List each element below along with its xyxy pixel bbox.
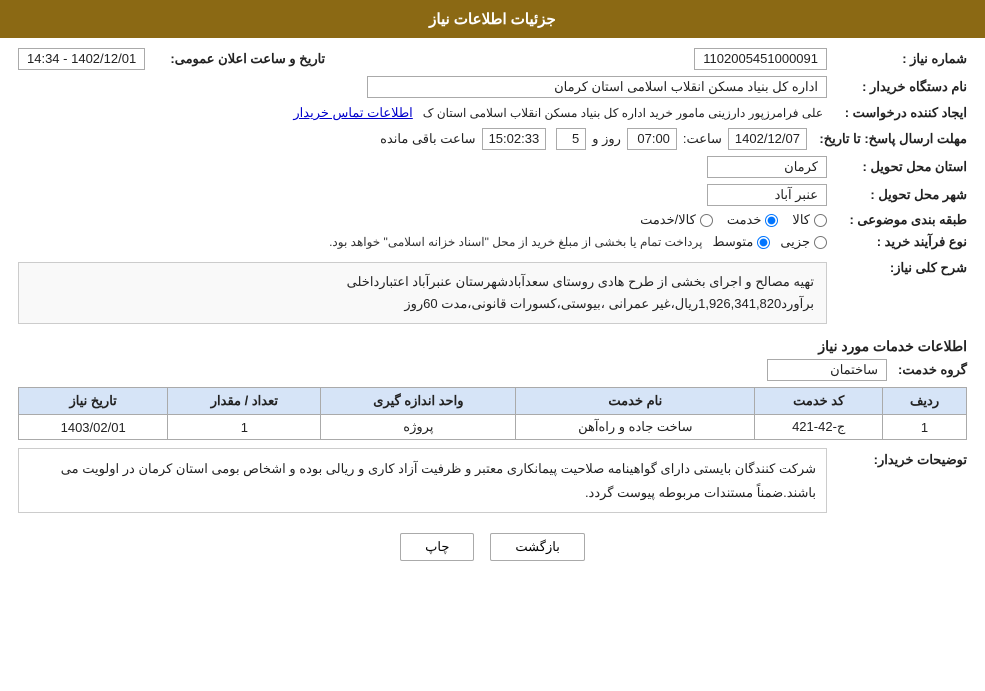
page-header: جزئیات اطلاعات نیاز [0,0,985,38]
td-row: 1 [883,415,967,440]
buyer-org-row: نام دستگاه خریدار : اداره کل بنیاد مسکن … [18,76,967,98]
page-wrapper: جزئیات اطلاعات نیاز شماره نیاز : 1102005… [0,0,985,691]
time-label: ساعت: [677,131,728,147]
province-value: کرمان [707,156,827,178]
th-date: تاریخ نیاز [19,388,168,415]
main-content: شماره نیاز : 1102005451000091 تاریخ و سا… [0,38,985,581]
announcement-value: 1402/12/01 - 14:34 [18,48,145,70]
back-button[interactable]: بازگشت [490,533,584,561]
need-number-row: شماره نیاز : 1102005451000091 تاریخ و سا… [18,48,967,70]
need-number-label: شماره نیاز : [827,51,967,67]
print-button[interactable]: چاپ [400,533,474,561]
category-kala-khadamat[interactable]: کالا/خدمت [640,212,713,228]
need-desc-label: شرح کلی نیاز: [827,256,967,276]
td-code: ج-42-421 [755,415,883,440]
service-group-label: گروه خدمت: [887,362,967,378]
reply-deadline-label: مهلت ارسال پاسخ: تا تاریخ: [807,131,967,147]
process-radio-group: متوسط جزیی [712,234,827,250]
services-table: ردیف کد خدمت نام خدمت واحد اندازه گیری ت… [18,387,967,440]
page-title: جزئیات اطلاعات نیاز [429,11,556,28]
process-motavaset-input[interactable] [757,236,770,249]
requester-row: ایجاد کننده درخواست : علی فرامرزپور دارز… [18,104,967,122]
remaining-label: ساعت باقی مانده [374,131,481,147]
need-desc-value: تهیه مصالح و اجرای بخشی از طرح هادی روست… [347,274,814,311]
need-desc-row: شرح کلی نیاز: تهیه مصالح و اجرای بخشی از… [18,256,967,330]
buyer-org-label: نام دستگاه خریدار : [827,79,967,95]
td-name: ساخت جاده و راه‌آهن [516,415,755,440]
services-section-title: اطلاعات خدمات مورد نیاز [18,338,967,355]
category-kala[interactable]: کالا [792,212,827,228]
button-row: بازگشت چاپ [18,533,967,561]
buyer-notes-box: شرکت کنندگان بایستی دارای گواهینامه صلاح… [18,448,827,513]
process-jozii[interactable]: جزیی [780,234,827,250]
td-date: 1403/02/01 [19,415,168,440]
process-jozii-input[interactable] [814,236,827,249]
table-row: 1ج-42-421ساخت جاده و راه‌آهنپروژه11403/0… [19,415,967,440]
day-value: 5 [556,128,586,150]
category-khadamat-input[interactable] [765,214,778,227]
reply-deadline-row: مهلت ارسال پاسخ: تا تاریخ: 1402/12/07 سا… [18,128,967,150]
category-kala-khadamat-label: کالا/خدمت [640,212,696,228]
city-row: شهر محل تحویل : عنبر آباد [18,184,967,206]
buyer-notes-value: شرکت کنندگان بایستی دارای گواهینامه صلاح… [61,461,816,499]
th-unit: واحد اندازه گیری [321,388,516,415]
requester-label: ایجاد کننده درخواست : [827,105,967,121]
service-group-value: ساختمان [767,359,887,381]
need-desc-box: تهیه مصالح و اجرای بخشی از طرح هادی روست… [18,262,827,324]
category-label: طبقه بندی موضوعی : [827,212,967,228]
time-value: 07:00 [627,128,677,150]
service-group-row: گروه خدمت: ساختمان [18,359,967,381]
buyer-org-value: اداره کل بنیاد مسکن انقلاب اسلامی استان … [367,76,827,98]
date-value: 1402/12/07 [728,128,807,150]
category-radio-group: کالا/خدمت خدمت کالا [640,212,827,228]
remaining-value: 15:02:33 [482,128,547,150]
process-row: نوع فرآیند خرید : متوسط جزیی پرداخت تمام… [18,234,967,250]
th-code: کد خدمت [755,388,883,415]
process-label: نوع فرآیند خرید : [827,234,967,250]
category-khadamat[interactable]: خدمت [727,212,779,228]
category-kala-input[interactable] [814,214,827,227]
process-motavaset-label: متوسط [712,234,753,250]
province-label: استان محل تحویل : [827,159,967,175]
process-jozii-label: جزیی [780,234,810,250]
city-value: عنبر آباد [707,184,827,206]
need-number-value: 1102005451000091 [694,48,827,70]
category-row: طبقه بندی موضوعی : کالا/خدمت خدمت کالا [18,212,967,228]
category-kala-khadamat-input[interactable] [700,214,713,227]
process-note: پرداخت تمام یا بخشی از مبلغ خرید از محل … [329,235,702,249]
td-unit: پروژه [321,415,516,440]
category-kala-label: کالا [792,212,810,228]
category-khadamat-label: خدمت [727,212,762,228]
th-name: نام خدمت [516,388,755,415]
process-motavaset[interactable]: متوسط [712,234,770,250]
th-row: ردیف [883,388,967,415]
city-label: شهر محل تحویل : [827,187,967,203]
buyer-notes-label: توضیحات خریدار: [827,448,967,468]
th-qty: تعداد / مقدار [168,388,321,415]
day-label: روز و [586,131,627,147]
td-qty: 1 [168,415,321,440]
buyer-notes-row: توضیحات خریدار: شرکت کنندگان بایستی دارا… [18,448,967,519]
requester-link[interactable]: اطلاعات تماس خریدار [293,105,412,121]
announcement-label: تاریخ و ساعت اعلان عمومی: [145,51,325,67]
requester-value: علی فرامرزپور دارزینی مامور خرید اداره ک… [419,104,827,122]
province-row: استان محل تحویل : کرمان [18,156,967,178]
services-section: اطلاعات خدمات مورد نیاز گروه خدمت: ساختم… [18,338,967,440]
